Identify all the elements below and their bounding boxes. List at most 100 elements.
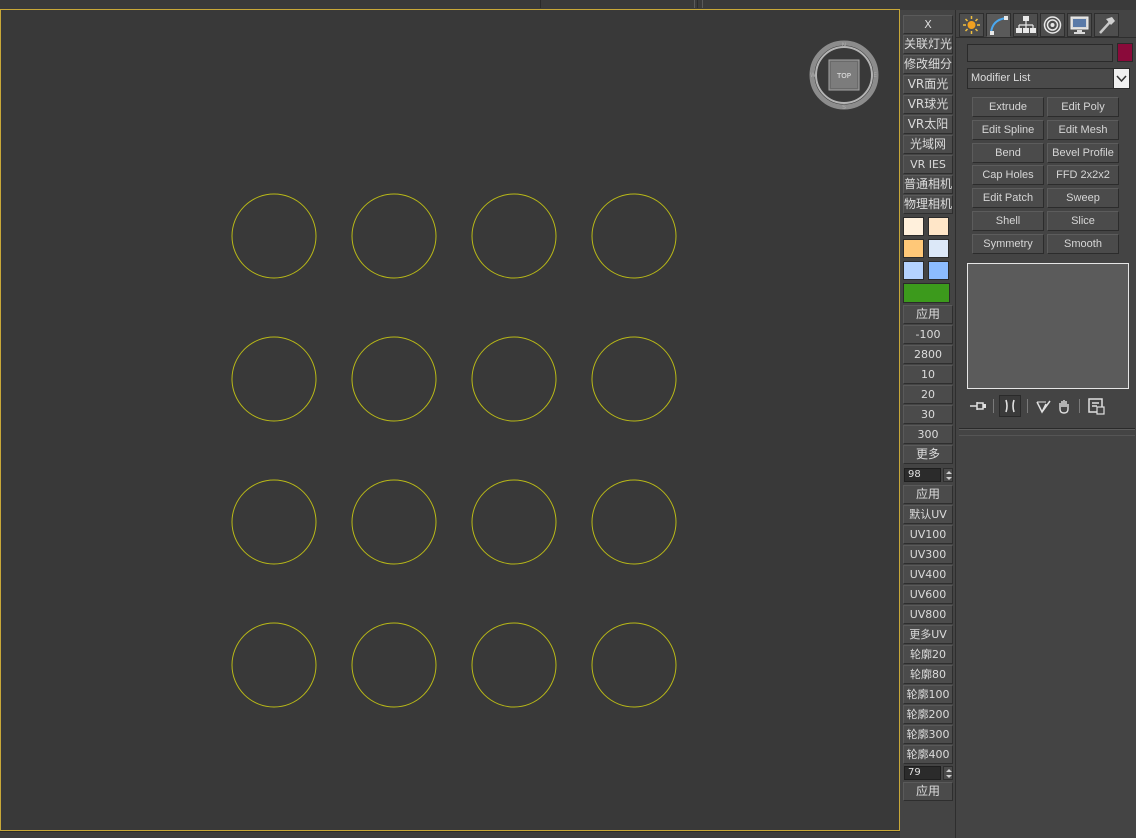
value-button[interactable]: 30	[903, 405, 953, 424]
spinner-arrows[interactable]	[943, 766, 953, 780]
color-swatch[interactable]	[903, 217, 924, 236]
uv-button[interactable]: UV800	[903, 605, 953, 624]
modifier-list-dropdown[interactable]: Modifier List	[967, 68, 1130, 89]
value-button[interactable]: 300	[903, 425, 953, 444]
value-button[interactable]: 2800	[903, 345, 953, 364]
apply-button[interactable]: 应用	[903, 485, 953, 504]
color-swatch[interactable]	[928, 239, 949, 258]
spline-circle[interactable]	[351, 622, 437, 708]
modifier-button-edit-mesh[interactable]: Edit Mesh	[1047, 119, 1119, 140]
motion-icon	[1043, 16, 1062, 34]
modifier-button-extrude[interactable]: Extrude	[972, 97, 1044, 117]
spinner-field[interactable]: 98	[904, 468, 941, 482]
color-swatch[interactable]	[903, 239, 924, 258]
motion-tab[interactable]	[1040, 13, 1065, 37]
apply-button[interactable]: 应用	[903, 782, 953, 801]
modifier-button-sweep[interactable]: Sweep	[1047, 188, 1119, 209]
outline-button[interactable]: 轮廓300	[903, 725, 953, 744]
modifier-button-slice[interactable]: Slice	[1047, 211, 1119, 231]
close-button[interactable]: X	[903, 15, 953, 34]
spline-circle[interactable]	[231, 193, 317, 279]
value-spinner[interactable]: 98	[903, 467, 953, 483]
vr-sun-button[interactable]: VR太阳	[903, 115, 953, 134]
value-button[interactable]: -100	[903, 325, 953, 344]
color-swatch[interactable]	[928, 217, 949, 236]
uv-button[interactable]: UV300	[903, 545, 953, 564]
default-uv-button[interactable]: 默认UV	[903, 505, 953, 524]
value-button[interactable]: 10	[903, 365, 953, 384]
modifier-button-shell[interactable]: Shell	[972, 211, 1044, 231]
uv-button[interactable]: UV400	[903, 565, 953, 584]
value-spinner[interactable]: 79	[903, 765, 953, 781]
modifier-button-edit-spline[interactable]: Edit Spline	[972, 119, 1044, 140]
spline-circle[interactable]	[591, 622, 677, 708]
spline-circle[interactable]	[231, 622, 317, 708]
remove-modifier-icon[interactable]	[1053, 395, 1075, 417]
modifier-button-edit-poly[interactable]: Edit Poly	[1047, 97, 1119, 117]
create-tab[interactable]	[959, 13, 984, 37]
apply-button[interactable]: 应用	[903, 305, 953, 324]
edit-subdivs-button[interactable]: 修改细分	[903, 55, 953, 74]
vr-ies-button[interactable]: VR IES	[903, 155, 953, 174]
spline-circle[interactable]	[231, 336, 317, 422]
vr-sphere-light-button[interactable]: VR球光	[903, 95, 953, 114]
modifier-button-bend[interactable]: Bend	[972, 142, 1044, 163]
spline-circle[interactable]	[591, 193, 677, 279]
spline-circle[interactable]	[351, 193, 437, 279]
configure-modifier-sets-icon[interactable]	[1085, 395, 1107, 417]
outline-button[interactable]: 轮廓200	[903, 705, 953, 724]
viewcube-label: TOP	[836, 72, 851, 80]
modifier-button-cap-holes[interactable]: Cap Holes	[972, 165, 1044, 186]
outline-button[interactable]: 轮廓80	[903, 665, 953, 684]
hierarchy-tab[interactable]	[1013, 13, 1038, 37]
spline-circle[interactable]	[471, 336, 557, 422]
more-uv-button[interactable]: 更多UV	[903, 625, 953, 644]
modifier-button-symmetry[interactable]: Symmetry	[972, 233, 1044, 254]
photometric-web-button[interactable]: 光域网	[903, 135, 953, 154]
spline-circle[interactable]	[591, 336, 677, 422]
spline-circle[interactable]	[471, 479, 557, 565]
modifier-stack-view[interactable]	[967, 263, 1129, 389]
uv-button[interactable]: UV600	[903, 585, 953, 604]
viewcube-north: N	[842, 42, 847, 49]
make-unique-icon[interactable]	[1033, 395, 1055, 417]
spline-circle[interactable]	[591, 479, 677, 565]
modifier-button-edit-patch[interactable]: Edit Patch	[972, 188, 1044, 209]
modifier-button-ffd-2x2x2[interactable]: FFD 2x2x2	[1047, 165, 1119, 186]
color-swatch[interactable]	[928, 261, 949, 280]
object-color-swatch[interactable]	[1117, 43, 1133, 62]
uv-button[interactable]: UV100	[903, 525, 953, 544]
modify-curve-icon	[990, 16, 1008, 35]
spline-circle[interactable]	[351, 479, 437, 565]
spline-circle[interactable]	[471, 193, 557, 279]
chevron-down-icon[interactable]	[1113, 69, 1129, 88]
green-color-swatch[interactable]	[903, 283, 950, 303]
spinner-field[interactable]: 79	[904, 766, 941, 780]
outline-button[interactable]: 轮廓400	[903, 745, 953, 764]
outline-button[interactable]: 轮廓100	[903, 685, 953, 704]
utilities-tab[interactable]	[1094, 13, 1119, 37]
modify-tab[interactable]	[986, 13, 1011, 37]
modifier-button-bevel-profile[interactable]: Bevel Profile	[1047, 142, 1119, 163]
standard-camera-button[interactable]: 普通相机	[903, 175, 953, 194]
spline-circle[interactable]	[231, 479, 317, 565]
spinner-arrows[interactable]	[943, 468, 953, 482]
show-end-result-icon[interactable]	[999, 395, 1021, 417]
physical-camera-button[interactable]: 物理相机	[903, 195, 953, 214]
quick-tools-column: X 关联灯光 修改细分 VR面光 VR球光 VR太阳 光域网 VR IES 普通…	[901, 10, 955, 838]
pin-stack-icon[interactable]	[967, 395, 989, 417]
display-tab[interactable]	[1067, 13, 1092, 37]
vr-plane-light-button[interactable]: VR面光	[903, 75, 953, 94]
spline-circle[interactable]	[471, 622, 557, 708]
object-name-field[interactable]	[967, 44, 1113, 62]
modifier-button-smooth[interactable]: Smooth	[1047, 233, 1119, 254]
viewcube-top[interactable]: TOP N W E S	[809, 40, 879, 110]
outline-button[interactable]: 轮廓20	[903, 645, 953, 664]
link-lights-button[interactable]: 关联灯光	[903, 35, 953, 54]
color-swatch[interactable]	[903, 261, 924, 280]
value-button[interactable]: 20	[903, 385, 953, 404]
more-button[interactable]: 更多	[903, 445, 953, 464]
spline-circle[interactable]	[351, 336, 437, 422]
top-viewport[interactable]: TOP N W E S	[0, 9, 900, 831]
toolbar-divider	[1027, 399, 1028, 413]
